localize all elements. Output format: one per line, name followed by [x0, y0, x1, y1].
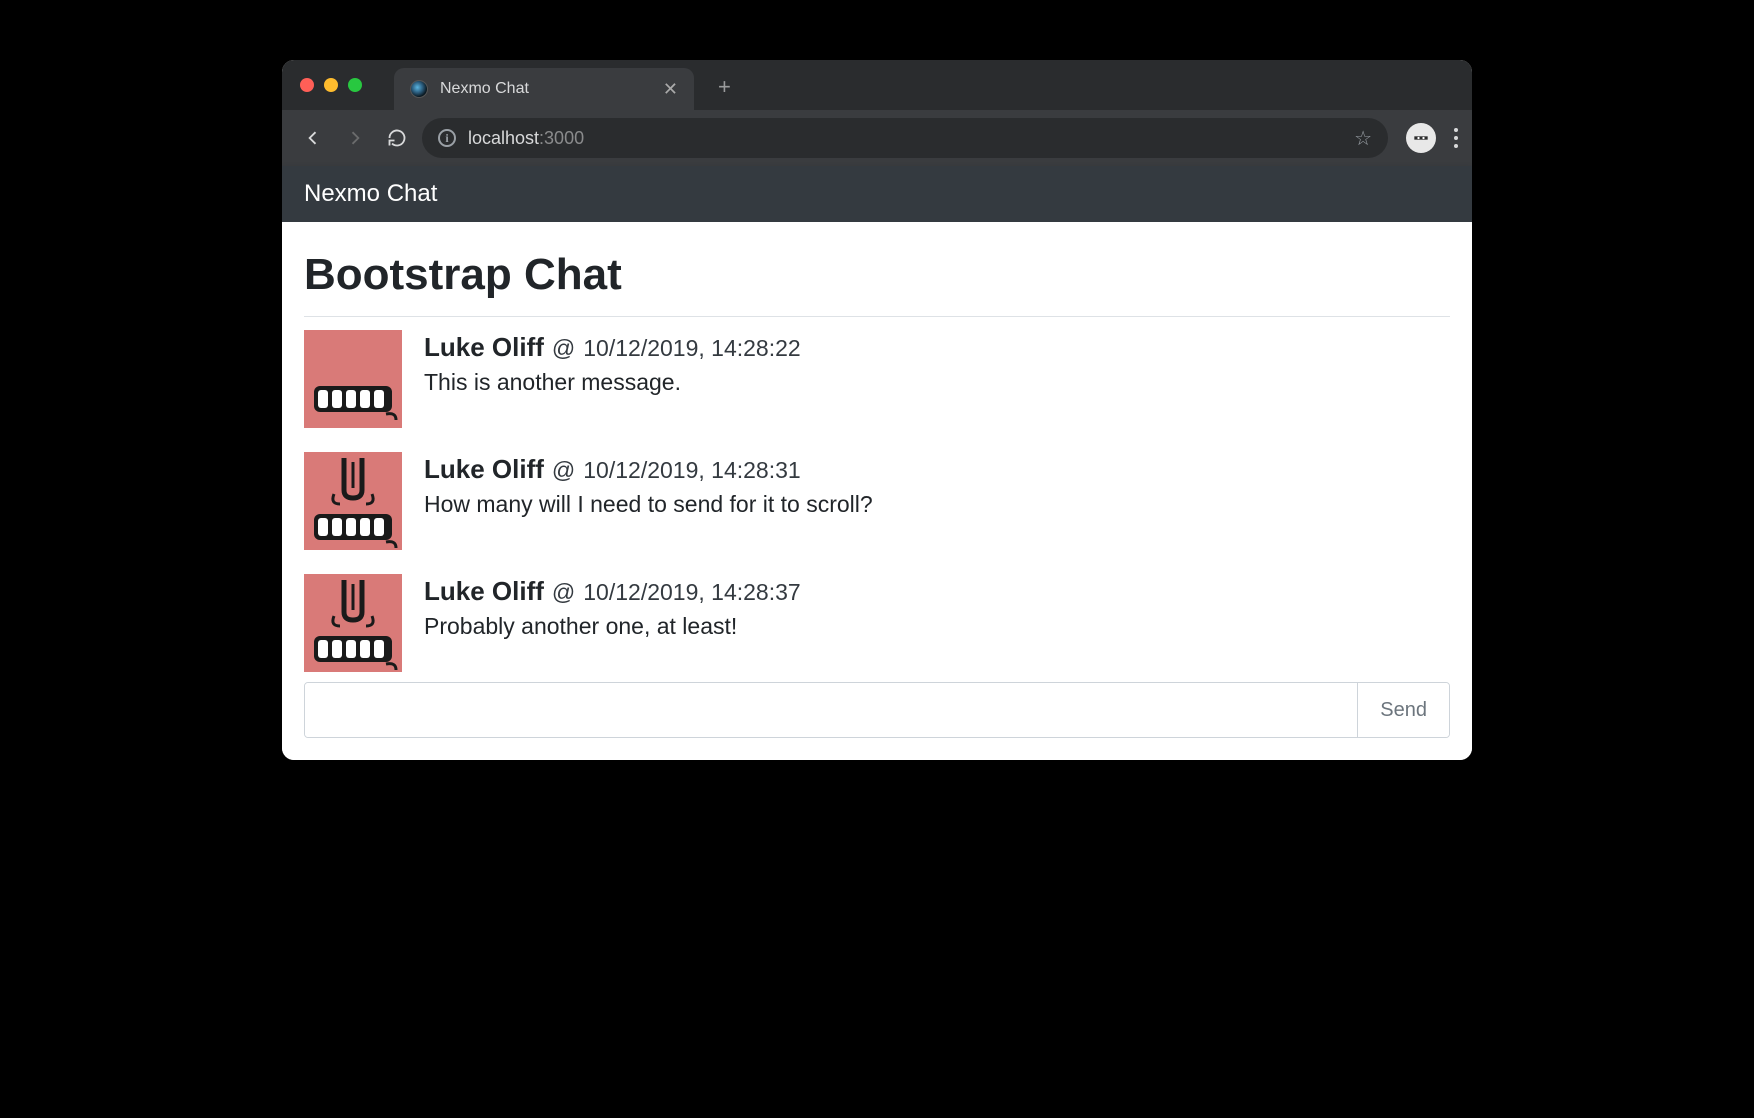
avatar: [304, 574, 402, 672]
message-item: Luke Oliff @ 10/12/2019, 14:28:31 How ma…: [304, 438, 1450, 560]
profile-avatar-button[interactable]: [1406, 123, 1436, 153]
navbar-brand[interactable]: Nexmo Chat: [304, 180, 437, 207]
message-body: Luke Oliff @ 10/12/2019, 14:28:22 This i…: [424, 330, 1450, 428]
page-content: Bootstrap Chat Luke Oliff @ 10/12/2019, …: [282, 222, 1472, 760]
tab-favicon: [410, 80, 428, 98]
browser-toolbar: i localhost:3000 ☆: [282, 110, 1472, 166]
message-body: Luke Oliff @ 10/12/2019, 14:28:31 How ma…: [424, 452, 1450, 550]
window-maximize-button[interactable]: [348, 78, 362, 92]
message-separator: @: [552, 579, 575, 606]
app-navbar: Nexmo Chat: [282, 166, 1472, 222]
reload-button[interactable]: [380, 121, 414, 155]
message-timestamp: 10/12/2019, 14:28:22: [583, 335, 800, 362]
message-text: This is another message.: [424, 369, 1450, 396]
message-input[interactable]: [305, 683, 1357, 737]
titlebar: Nexmo Chat ✕ +: [282, 60, 1472, 110]
window-minimize-button[interactable]: [324, 78, 338, 92]
message-item: Luke Oliff @ 10/12/2019, 14:28:22 This i…: [304, 317, 1450, 438]
avatar: [304, 452, 402, 550]
compose-bar: Send: [304, 682, 1450, 738]
url-port: :3000: [539, 128, 584, 148]
back-button[interactable]: [296, 121, 330, 155]
bookmark-star-icon[interactable]: ☆: [1354, 126, 1372, 151]
message-separator: @: [552, 457, 575, 484]
message-separator: @: [552, 335, 575, 362]
send-button[interactable]: Send: [1357, 683, 1449, 737]
page-title: Bootstrap Chat: [304, 250, 1450, 300]
url-host: localhost: [468, 128, 539, 148]
message-user: Luke Oliff: [424, 454, 544, 485]
new-tab-button[interactable]: +: [718, 74, 731, 100]
site-info-icon[interactable]: i: [438, 129, 456, 147]
message-body: Luke Oliff @ 10/12/2019, 14:28:37 Probab…: [424, 574, 1450, 672]
address-bar[interactable]: i localhost:3000 ☆: [422, 118, 1388, 158]
avatar: [304, 330, 402, 428]
traffic-lights: [300, 78, 362, 92]
window-close-button[interactable]: [300, 78, 314, 92]
browser-tab[interactable]: Nexmo Chat ✕: [394, 68, 694, 110]
forward-button[interactable]: [338, 121, 372, 155]
browser-window: Nexmo Chat ✕ + i localhost:3000 ☆ Nexm: [282, 60, 1472, 760]
message-user: Luke Oliff: [424, 332, 544, 363]
message-list[interactable]: Luke Oliff @ 10/12/2019, 14:28:22 This i…: [304, 317, 1450, 682]
browser-menu-button[interactable]: [1454, 128, 1458, 148]
tab-title: Nexmo Chat: [440, 80, 651, 98]
close-tab-icon[interactable]: ✕: [663, 79, 678, 100]
message-timestamp: 10/12/2019, 14:28:37: [583, 579, 800, 606]
message-text: Probably another one, at least!: [424, 613, 1450, 640]
message-item: Luke Oliff @ 10/12/2019, 14:28:37 Probab…: [304, 560, 1450, 682]
message-user: Luke Oliff: [424, 576, 544, 607]
message-text: How many will I need to send for it to s…: [424, 491, 1450, 518]
message-timestamp: 10/12/2019, 14:28:31: [583, 457, 800, 484]
